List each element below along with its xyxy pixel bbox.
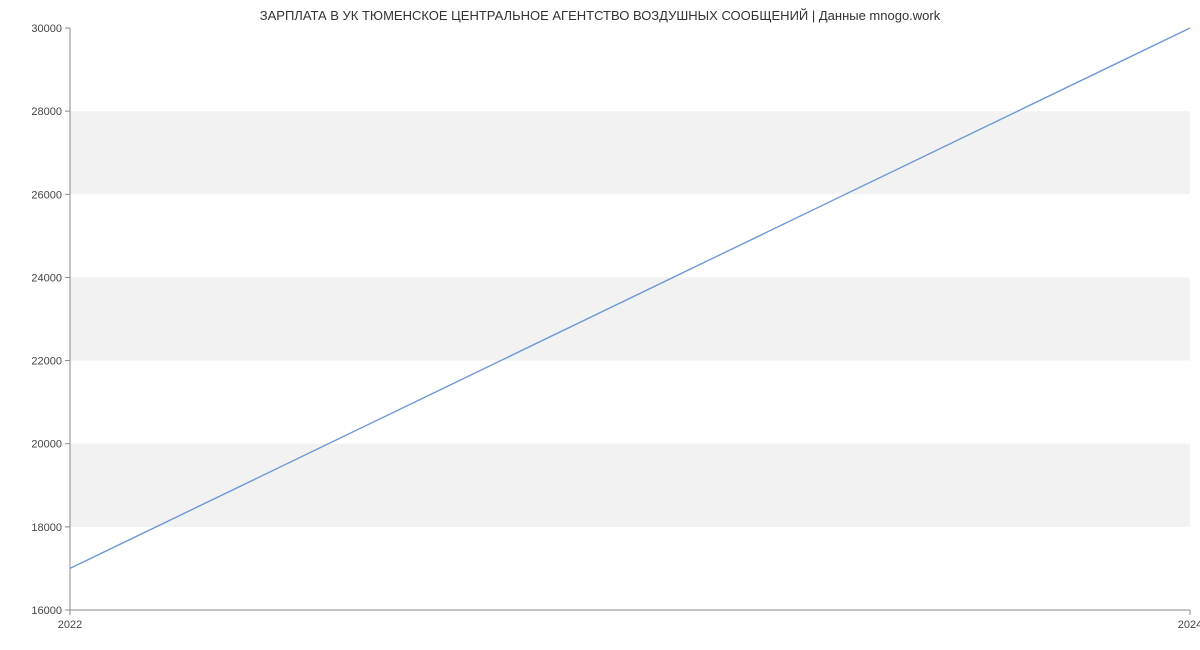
- chart-container: ЗАРПЛАТА В УК ТЮМЕНСКОЕ ЦЕНТРАЛЬНОЕ АГЕН…: [0, 0, 1200, 650]
- grid-band: [70, 444, 1190, 527]
- y-tick-label: 18000: [31, 522, 62, 534]
- grid-band: [70, 277, 1190, 360]
- y-tick-label: 20000: [31, 439, 62, 451]
- grid-band: [70, 111, 1190, 194]
- x-tick-label: 2022: [58, 619, 82, 631]
- chart-svg: 16000 18000 20000 22000 24000 26000 28000 30000…: [0, 0, 1200, 650]
- y-tick-label: 26000: [31, 189, 62, 201]
- x-tick-label: 2024: [1178, 619, 1200, 631]
- y-tick-label: 22000: [31, 356, 62, 368]
- y-tick-label: 24000: [31, 272, 62, 284]
- y-tick-label: 28000: [31, 106, 62, 118]
- y-tick-label: 30000: [31, 23, 62, 35]
- y-tick-label: 16000: [31, 605, 62, 617]
